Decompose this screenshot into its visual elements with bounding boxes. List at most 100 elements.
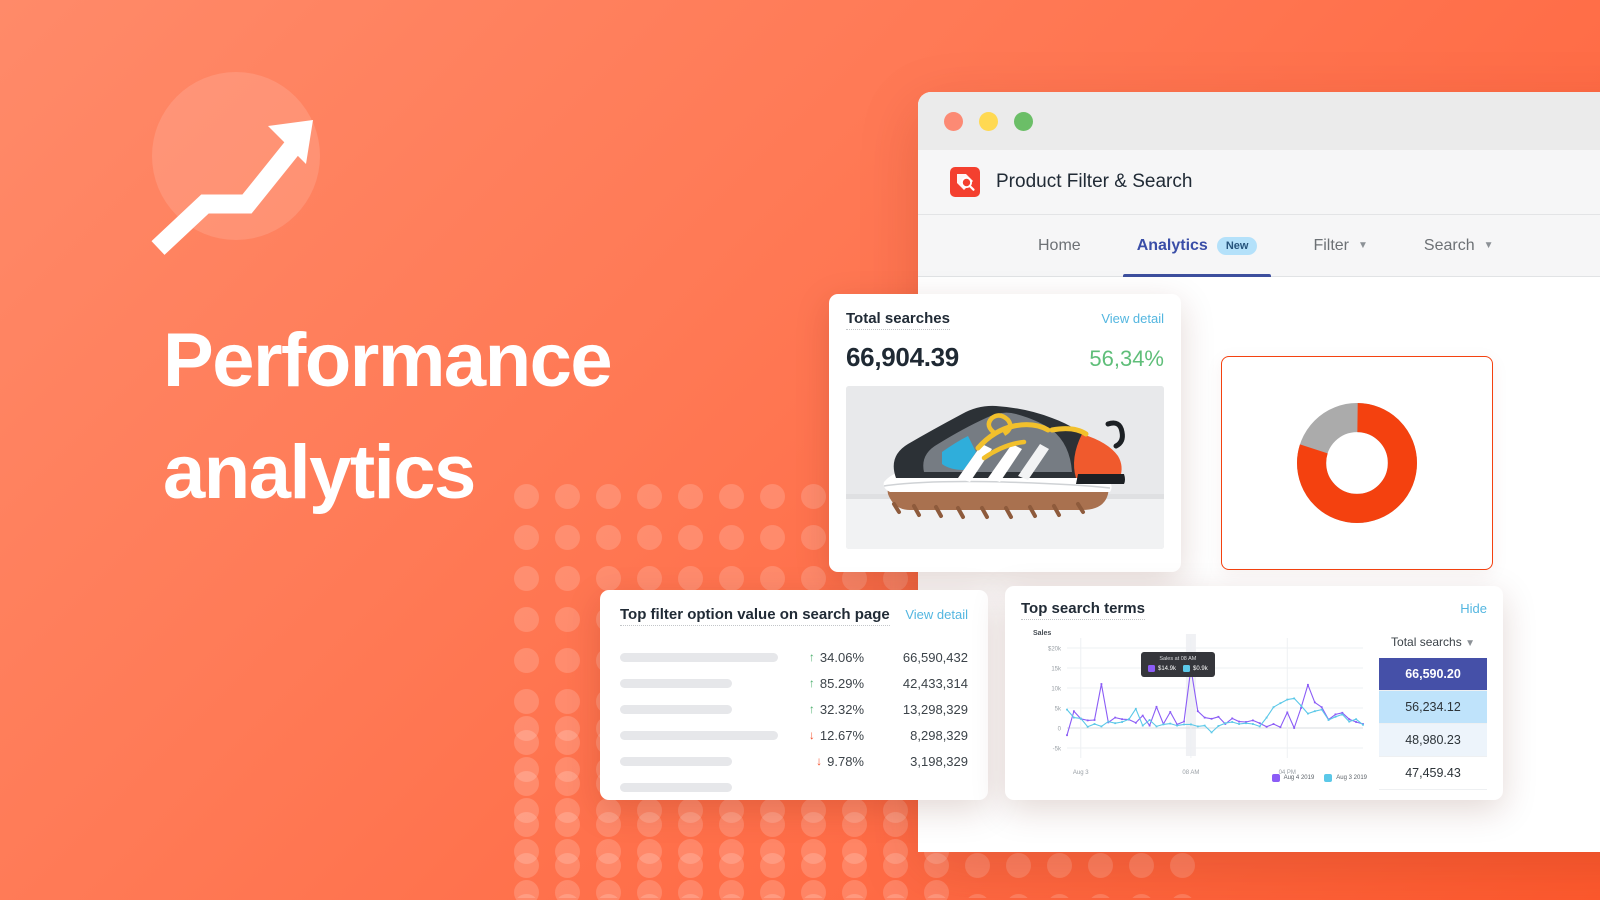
top-filter-title: Top filter option value on search page — [620, 606, 890, 626]
table-row — [620, 774, 968, 800]
tab-analytics-label: Analytics — [1136, 236, 1208, 254]
legend-item[interactable]: Aug 4 2019 — [1271, 774, 1314, 782]
svg-text:0: 0 — [1058, 727, 1062, 733]
chevron-down-icon: ▼ — [1483, 240, 1494, 251]
sneaker-product-photo — [846, 386, 1164, 549]
total-searches-card-header: Total searches View detail — [846, 310, 1164, 330]
legend-swatch — [1271, 774, 1280, 782]
filter-pct-value: 32.32% — [819, 701, 864, 717]
filter-total-value: 8,298,329 — [910, 727, 968, 743]
filter-label-placeholder — [620, 678, 732, 688]
top-search-terms-title: Top search terms — [1021, 600, 1145, 620]
total-searches-select[interactable]: Total searchs ▼ — [1379, 630, 1487, 658]
legend-item[interactable]: Aug 3 2019 — [1324, 774, 1367, 782]
filter-total-value: 3,198,329 — [910, 753, 968, 769]
filter-label-placeholder — [620, 756, 732, 766]
chart-tooltip: Sales at 08 AM $14.9k $0.9k — [1141, 652, 1215, 677]
total-searches-select-label: Total searchs — [1391, 635, 1462, 649]
tab-search[interactable]: Search ▼ — [1396, 215, 1522, 276]
filter-change-pct: ↓ 9.78% — [778, 754, 864, 769]
maximize-dot-icon[interactable] — [1014, 111, 1033, 131]
arrow-up-icon: ↑ — [808, 702, 815, 716]
tab-filter-label: Filter — [1313, 236, 1350, 254]
table-row: ↓ 9.78% 3,198,329 — [620, 748, 968, 774]
tab-search-label: Search — [1423, 236, 1475, 254]
svg-text:10k: 10k — [1051, 687, 1062, 693]
tooltip-swatch — [1148, 665, 1155, 672]
legend-swatch — [1324, 774, 1333, 782]
tooltip-items: $14.9k $0.9k — [1148, 665, 1208, 672]
table-row: ↓ 12.67% 8,298,329 — [620, 722, 968, 748]
arrow-down-icon: ↓ — [816, 754, 823, 768]
top-search-terms-list: Total searchs ▼ 66,590.20 56,234.12 48,980… — [1379, 630, 1487, 790]
filter-total-value: 13,298,329 — [902, 701, 968, 717]
list-item[interactable]: 66,590.20 — [1379, 658, 1487, 691]
table-row: ↑ 34.06% 66,590,432 — [620, 644, 968, 670]
total-searches-delta: 56,34% — [1089, 346, 1164, 371]
list-item[interactable]: 56,234.12 — [1379, 691, 1487, 724]
tab-home-label: Home — [1038, 236, 1081, 254]
filter-pct-value: 34.06% — [819, 649, 864, 665]
hide-link[interactable]: Hide — [1460, 601, 1487, 616]
legend-label: Aug 3 2019 — [1336, 775, 1367, 781]
filter-pct-value: 85.29% — [819, 675, 864, 691]
list-item[interactable]: 48,980.23 — [1379, 724, 1487, 757]
arrow-down-icon: ↓ — [808, 728, 815, 742]
filter-total-value: 66,590,432 — [902, 649, 968, 665]
tab-home[interactable]: Home — [1010, 215, 1109, 276]
growth-arrow-icon — [150, 100, 330, 255]
filter-label-placeholder — [620, 730, 778, 740]
tooltip-swatch — [1183, 665, 1191, 672]
chart-legend: Aug 4 2019 Aug 3 2019 — [1271, 774, 1367, 782]
filter-change-pct: ↑ 85.29% — [778, 676, 864, 691]
filter-total-value: 42,433,314 — [902, 675, 968, 691]
hero-banner: Performance analytics Product Filter & S… — [0, 0, 1600, 900]
tooltip-item: $0.9k — [1183, 665, 1208, 672]
new-badge: New — [1216, 236, 1258, 255]
list-item[interactable]: 47,459.43 — [1379, 757, 1487, 790]
top-search-terms-body: Sales $20k 15k 10k 5k 0 -5k Aug 3 08 AM 04 PM Sa… — [1021, 630, 1487, 790]
app-header: Product Filter & Search — [918, 150, 1600, 215]
page-title: Performance analytics — [163, 305, 863, 529]
svg-text:Aug 3: Aug 3 — [1073, 770, 1089, 776]
tab-analytics[interactable]: Analytics New — [1109, 215, 1286, 277]
tooltip-value: $0.9k — [1193, 665, 1208, 672]
filter-label-placeholder — [620, 782, 732, 792]
svg-text:$20k: $20k — [1048, 647, 1062, 653]
donut-chart-card — [1221, 356, 1493, 570]
tooltip-item: $14.9k — [1148, 665, 1176, 672]
donut-chart — [1297, 403, 1417, 523]
chevron-down-icon: ▼ — [1465, 638, 1475, 649]
top-filter-rows: ↑ 34.06% 66,590,432 ↑ 85.29% 42,433,314 ↑ 32.32… — [620, 644, 968, 800]
sales-line-chart: Sales $20k 15k 10k 5k 0 -5k Aug 3 08 AM 04 PM Sa… — [1021, 630, 1371, 782]
view-detail-link[interactable]: View detail — [1101, 311, 1164, 326]
app-navigation-tabs: Home Analytics New Filter ▼ Search ▼ — [918, 215, 1600, 277]
top-search-terms-header: Top search terms Hide — [1021, 600, 1487, 620]
svg-text:-5k: -5k — [1053, 747, 1062, 753]
terms-value-cells: 66,590.20 56,234.12 48,980.23 47,459.43 — [1379, 658, 1487, 790]
close-dot-icon[interactable] — [944, 111, 963, 131]
filter-pct-value: 9.78% — [827, 753, 864, 769]
tab-filter[interactable]: Filter ▼ — [1285, 215, 1395, 276]
table-row: ↑ 32.32% 13,298,329 — [620, 696, 968, 722]
top-filter-card-header: Top filter option value on search page V… — [620, 606, 968, 626]
arrow-up-icon: ↑ — [808, 676, 815, 690]
filter-change-pct: ↑ 32.32% — [778, 702, 864, 717]
browser-titlebar — [918, 92, 1600, 150]
arrow-up-icon: ↑ — [808, 650, 815, 664]
product-filter-search-logo-icon — [950, 167, 980, 197]
filter-change-pct: ↓ 12.67% — [778, 728, 864, 743]
svg-text:15k: 15k — [1051, 667, 1062, 673]
total-searches-title: Total searches — [846, 310, 950, 330]
tooltip-title: Sales at 08 AM — [1159, 656, 1197, 662]
hero-title-line-2: analytics — [163, 430, 476, 515]
filter-change-pct: ↑ 34.06% — [778, 650, 864, 665]
table-row: ↑ 85.29% 42,433,314 — [620, 670, 968, 696]
filter-pct-value: 12.67% — [819, 727, 864, 743]
view-detail-link[interactable]: View detail — [905, 607, 968, 622]
chevron-down-icon: ▼ — [1358, 240, 1368, 251]
svg-text:08 AM: 08 AM — [1182, 770, 1199, 776]
hero-title-line-1: Performance — [163, 318, 613, 403]
top-search-terms-card: Top search terms Hide Sales $20k 15k 10k 5k… — [1005, 586, 1503, 800]
minimize-dot-icon[interactable] — [979, 111, 998, 131]
